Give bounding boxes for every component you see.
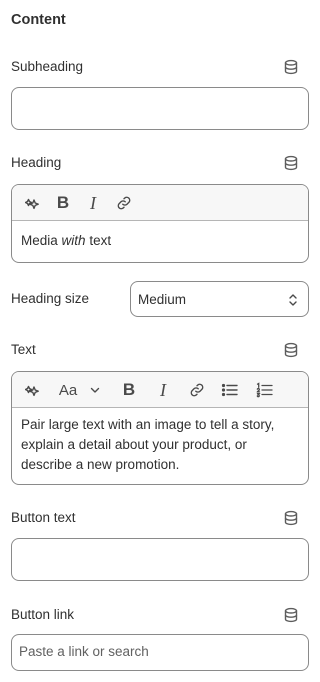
database-icon[interactable]	[283, 510, 299, 526]
database-icon[interactable]	[283, 607, 299, 623]
heading-label: Heading	[11, 155, 62, 170]
magic-sparkle-icon[interactable]	[22, 185, 44, 221]
database-icon[interactable]	[283, 155, 299, 171]
chevron-up-down-icon	[289, 294, 297, 306]
bold-icon[interactable]: B	[118, 372, 140, 408]
link-icon[interactable]	[186, 372, 208, 408]
button-link-label: Button link	[11, 607, 75, 622]
text-label: Text	[11, 342, 36, 357]
subheading-label: Subheading	[11, 59, 84, 74]
numbered-list-icon[interactable]	[254, 372, 276, 408]
bullet-list-icon[interactable]	[219, 372, 241, 408]
text-editor[interactable]: Aa B I Pair large text with an image to …	[11, 371, 309, 485]
database-icon[interactable]	[283, 59, 299, 75]
subheading-input[interactable]	[11, 87, 309, 130]
heading-size-select[interactable]: Medium	[130, 281, 309, 317]
italic-icon[interactable]: I	[82, 185, 104, 221]
section-title: Content	[11, 12, 66, 28]
heading-editor[interactable]: B I Media with text	[11, 184, 309, 263]
italic-icon[interactable]: I	[152, 372, 174, 408]
button-link-placeholder: Paste a link or search	[19, 644, 149, 659]
heading-size-value: Medium	[138, 292, 187, 307]
button-link-input[interactable]: Paste a link or search	[11, 634, 309, 671]
heading-toolbar: B I	[12, 185, 308, 221]
bold-icon[interactable]: B	[52, 185, 74, 221]
text-toolbar: Aa B I	[12, 372, 308, 408]
database-icon[interactable]	[283, 342, 299, 358]
text-content[interactable]: Pair large text with an image to tell a …	[12, 408, 308, 475]
heading-size-label: Heading size	[11, 291, 90, 306]
button-text-label: Button text	[11, 510, 76, 525]
chevron-down-icon[interactable]	[88, 372, 102, 408]
magic-sparkle-icon[interactable]	[22, 372, 44, 408]
heading-italic-word: with	[61, 233, 86, 248]
font-size-icon[interactable]: Aa	[56, 372, 80, 408]
button-text-input[interactable]	[11, 538, 309, 581]
link-icon[interactable]	[113, 185, 135, 221]
heading-content[interactable]: Media with text	[12, 221, 308, 251]
